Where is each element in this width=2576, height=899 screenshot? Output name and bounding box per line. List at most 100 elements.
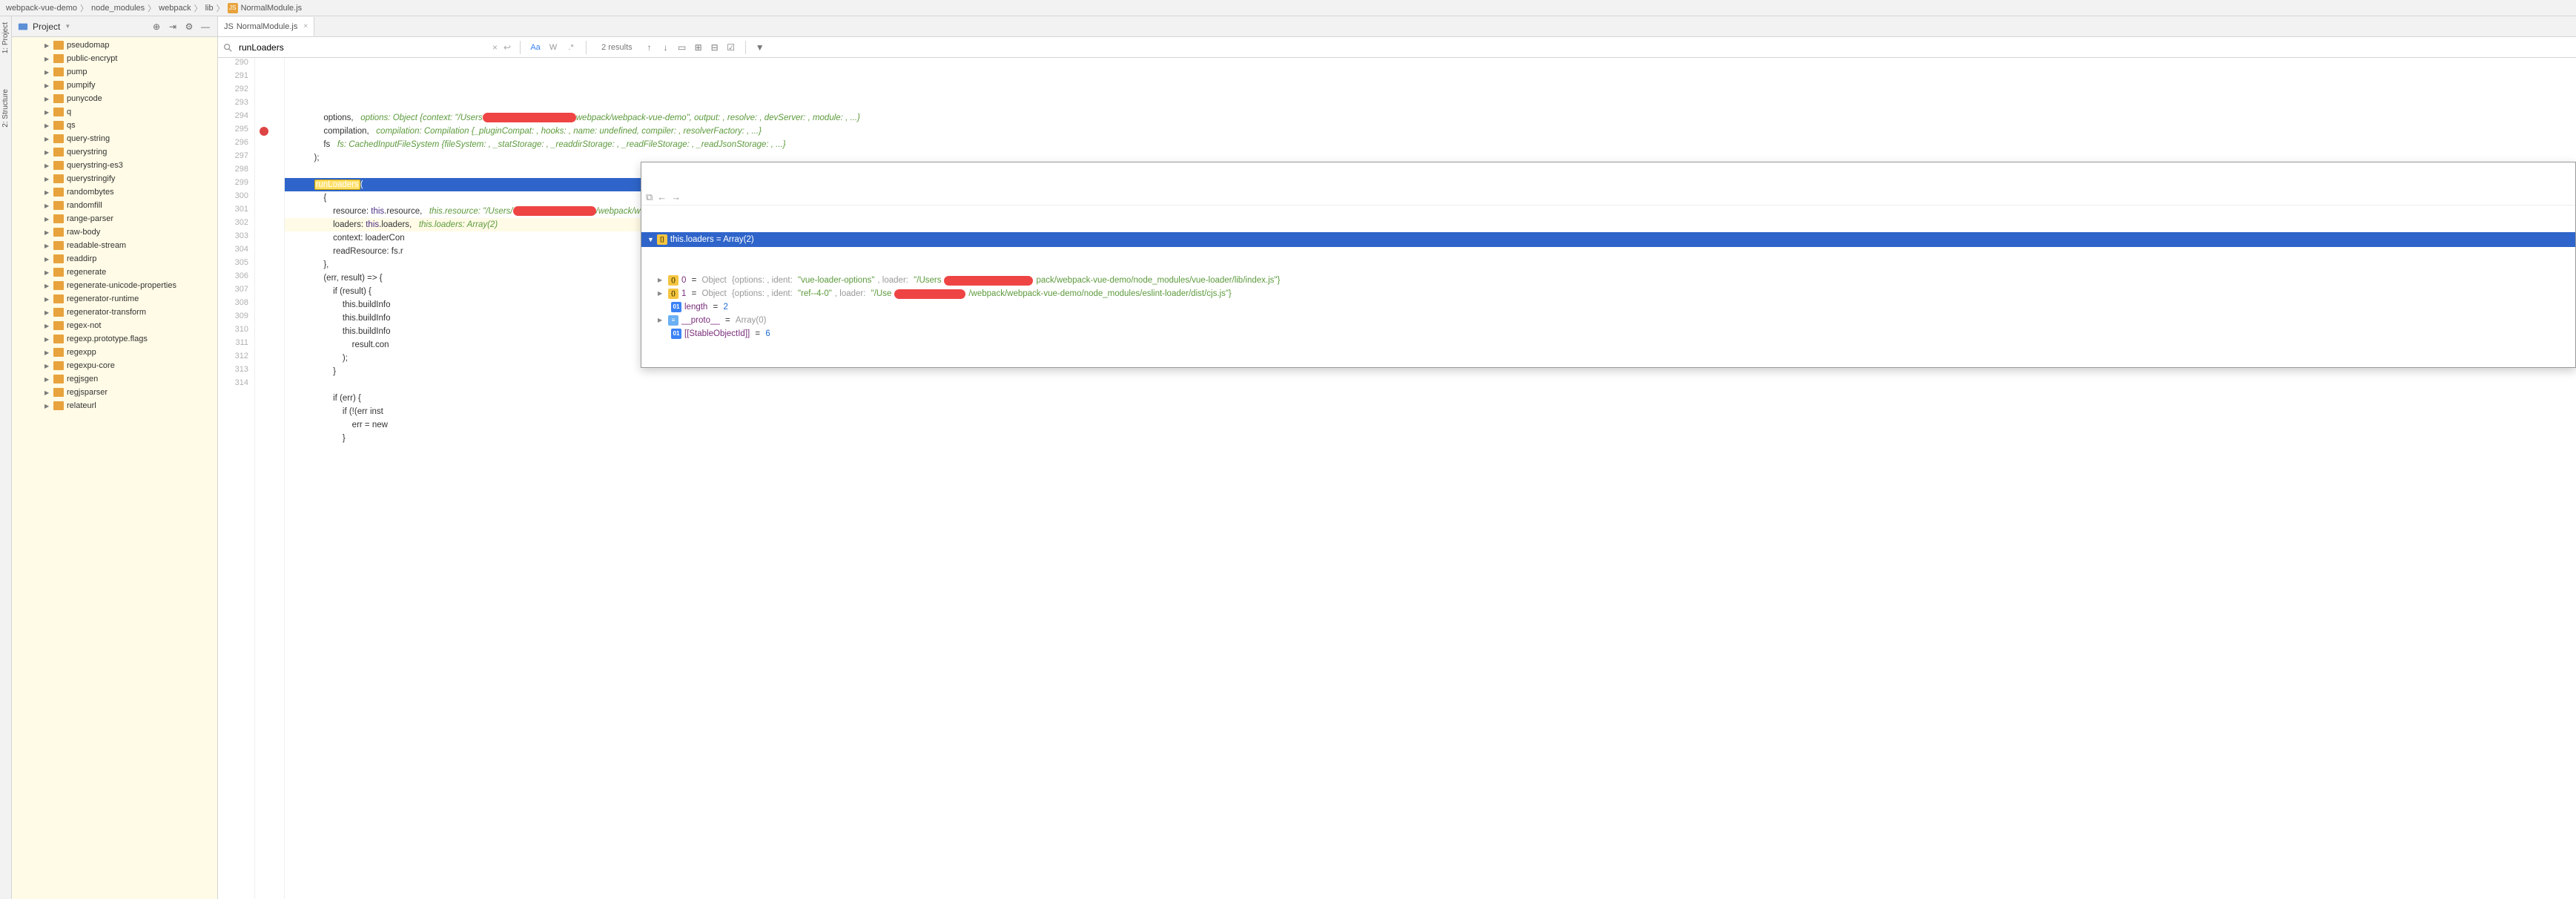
expand-icon[interactable]: ▶ <box>44 216 50 223</box>
find-input[interactable] <box>236 41 488 54</box>
dropdown-icon[interactable]: ▼ <box>65 23 70 30</box>
expand-icon[interactable]: ▶ <box>44 82 50 89</box>
line-number[interactable]: 300 <box>218 191 248 205</box>
expand-icon[interactable]: ▶ <box>44 149 50 156</box>
line-number[interactable]: 297 <box>218 151 248 165</box>
tree-folder[interactable]: ▶regenerator-runtime <box>12 292 217 306</box>
code-area[interactable]: this.loaders ⧉ ← → ▼ [] this.loaders = A… <box>285 58 2576 899</box>
line-number[interactable]: 308 <box>218 298 248 312</box>
expand-icon[interactable]: ▶ <box>658 314 665 327</box>
tree-folder[interactable]: ▶q <box>12 105 217 119</box>
line-number[interactable]: 306 <box>218 271 248 285</box>
expand-icon[interactable]: ▶ <box>44 202 50 209</box>
project-tree[interactable]: ▶pseudomap▶public-encrypt▶pump▶pumpify▶p… <box>12 37 217 899</box>
project-tab[interactable]: 1: Project <box>1 19 10 56</box>
debug-proto-row[interactable]: ▶≡ __proto__ = Array(0) <box>641 314 2575 327</box>
tree-folder[interactable]: ▶query-string <box>12 132 217 145</box>
select-all-icon[interactable]: ▭ <box>676 41 689 54</box>
tree-folder[interactable]: ▶querystringify <box>12 172 217 185</box>
expand-icon[interactable]: ▶ <box>44 283 50 289</box>
regex-toggle[interactable]: .* <box>564 40 578 55</box>
prev-match-icon[interactable]: ↑ <box>643 41 656 54</box>
history-icon[interactable]: ↩ <box>502 42 512 53</box>
line-number[interactable]: 307 <box>218 285 248 298</box>
expand-icon[interactable]: ▶ <box>44 122 50 129</box>
tree-folder[interactable]: ▶readable-stream <box>12 239 217 252</box>
line-gutter[interactable]: 2902912922932942952962972982993003013023… <box>218 58 255 899</box>
line-number[interactable]: 295 <box>218 125 248 138</box>
collapse-icon[interactable]: ⇥ <box>167 21 179 33</box>
line-number[interactable]: 303 <box>218 231 248 245</box>
expand-icon[interactable]: ▶ <box>44 136 50 142</box>
code-line[interactable]: if (err) { <box>285 392 2576 405</box>
expand-icon[interactable]: ▶ <box>44 309 50 316</box>
expand-icon[interactable]: ▶ <box>44 336 50 343</box>
breadcrumb-item[interactable]: lib <box>205 4 214 13</box>
tree-folder[interactable]: ▶punycode <box>12 92 217 105</box>
line-number[interactable]: 304 <box>218 245 248 258</box>
editor-tab[interactable]: JS NormalModule.js × <box>218 17 314 36</box>
clear-icon[interactable]: × <box>491 42 499 53</box>
tree-folder[interactable]: ▶regexpp <box>12 346 217 359</box>
line-number[interactable]: 293 <box>218 98 248 111</box>
close-icon[interactable]: × <box>303 22 308 30</box>
nav-forward-icon[interactable]: → <box>671 191 681 204</box>
breadcrumb-item[interactable]: node_modules <box>91 4 145 13</box>
code-line[interactable]: } <box>285 432 2576 445</box>
line-number[interactable]: 314 <box>218 378 248 392</box>
expand-icon[interactable]: ▶ <box>44 349 50 356</box>
line-number[interactable]: 302 <box>218 218 248 231</box>
breadcrumb-item[interactable]: webpack <box>159 4 191 13</box>
tree-folder[interactable]: ▶regexp.prototype.flags <box>12 332 217 346</box>
breadcrumb-item[interactable]: webpack-vue-demo <box>6 4 77 13</box>
line-number[interactable]: 298 <box>218 165 248 178</box>
add-selection-icon[interactable]: ⊞ <box>692 41 705 54</box>
debug-stableid-row[interactable]: 01 [[StableObjectId]] = 6 <box>641 327 2575 340</box>
expand-icon[interactable]: ▶ <box>44 229 50 236</box>
project-label[interactable]: Project <box>33 22 60 32</box>
line-number[interactable]: 296 <box>218 138 248 151</box>
line-number[interactable]: 310 <box>218 325 248 338</box>
line-number[interactable]: 301 <box>218 205 248 218</box>
line-number[interactable]: 305 <box>218 258 248 271</box>
tree-folder[interactable]: ▶raw-body <box>12 225 217 239</box>
tree-folder[interactable]: ▶qs <box>12 119 217 132</box>
debug-length-row[interactable]: 01 length = 2 <box>641 300 2575 314</box>
expand-icon[interactable]: ▶ <box>658 287 665 300</box>
breadcrumb-file[interactable]: NormalModule.js <box>241 4 303 13</box>
expand-icon[interactable]: ▼ <box>647 233 654 246</box>
tree-folder[interactable]: ▶regexpu-core <box>12 359 217 372</box>
expand-icon[interactable]: ▶ <box>44 56 50 62</box>
structure-tab[interactable]: 2: Structure <box>1 86 10 131</box>
expand-icon[interactable]: ▶ <box>44 109 50 116</box>
code-line[interactable]: fs fs: CachedInputFileSystem {fileSystem… <box>285 138 2576 151</box>
breakpoint-icon[interactable] <box>260 127 268 136</box>
gear-icon[interactable]: ⚙ <box>183 21 195 33</box>
line-number[interactable]: 299 <box>218 178 248 191</box>
expand-icon[interactable]: ▶ <box>44 269 50 276</box>
hide-icon[interactable]: — <box>199 21 211 33</box>
tree-folder[interactable]: ▶regex-not <box>12 319 217 332</box>
tree-folder[interactable]: ▶readdirp <box>12 252 217 266</box>
gutter-marks[interactable] <box>255 58 285 899</box>
tree-folder[interactable]: ▶pump <box>12 65 217 79</box>
line-number[interactable]: 292 <box>218 85 248 98</box>
expand-icon[interactable]: ▶ <box>658 274 665 287</box>
expand-icon[interactable]: ▶ <box>44 96 50 102</box>
copy-icon[interactable]: ⧉ <box>646 191 653 204</box>
expand-icon[interactable]: ▶ <box>44 162 50 169</box>
expand-icon[interactable]: ▶ <box>44 243 50 249</box>
tree-folder[interactable]: ▶regjsgen <box>12 372 217 386</box>
tree-folder[interactable]: ▶randombytes <box>12 185 217 199</box>
match-case-toggle[interactable]: Aa <box>528 40 543 55</box>
debug-object-row[interactable]: ▶{} 0 = Object {options: , ident: "vue-l… <box>641 274 2575 287</box>
expand-icon[interactable]: ▶ <box>44 176 50 182</box>
tree-folder[interactable]: ▶pumpify <box>12 79 217 92</box>
tree-folder[interactable]: ▶querystring-es3 <box>12 159 217 172</box>
code-line[interactable]: if (!(err inst <box>285 405 2576 418</box>
expand-icon[interactable]: ▶ <box>44 256 50 263</box>
expand-icon[interactable]: ▶ <box>44 323 50 329</box>
tree-folder[interactable]: ▶public-encrypt <box>12 52 217 65</box>
words-toggle[interactable]: W <box>546 40 561 55</box>
expand-icon[interactable]: ▶ <box>44 42 50 49</box>
